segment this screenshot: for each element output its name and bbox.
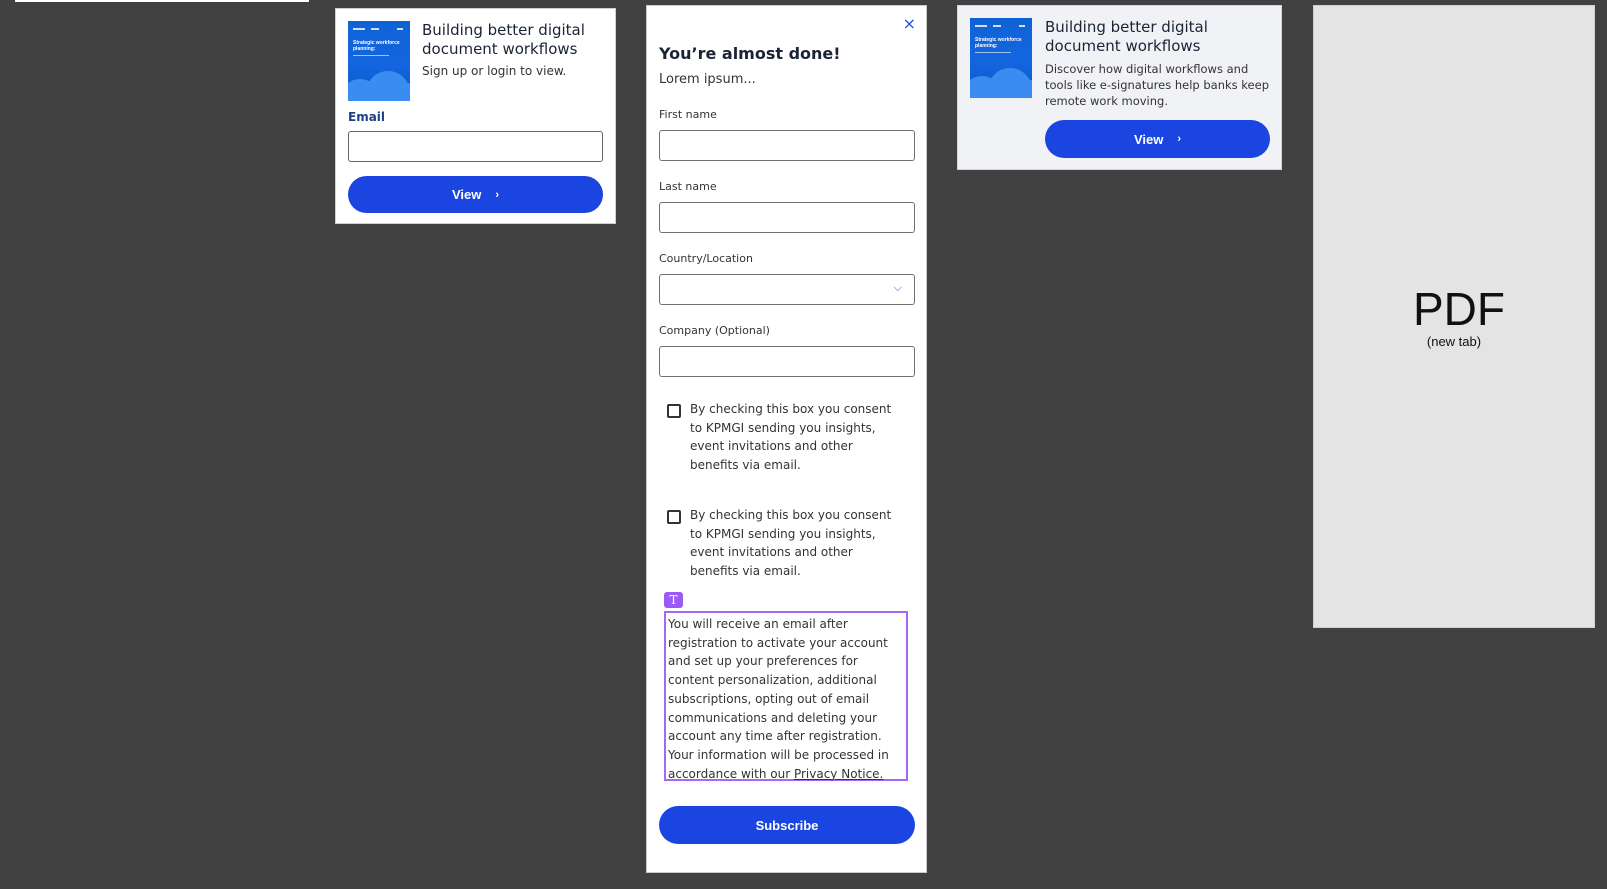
notice-text: You will receive an email after registra… <box>668 617 889 781</box>
chevron-right-icon: › <box>1177 133 1182 145</box>
document-thumbnail: Strategic workforce planning: <box>970 18 1032 98</box>
last-name-label: Last name <box>659 180 717 193</box>
chevron-right-icon: › <box>495 188 500 201</box>
email-label: Email <box>348 110 386 124</box>
first-name-field[interactable] <box>659 130 915 161</box>
registration-notice[interactable]: You will receive an email after registra… <box>664 611 908 781</box>
text-tool-icon[interactable]: T <box>664 592 683 608</box>
thumbnail-title: Strategic workforce planning: <box>975 37 1022 49</box>
pdf-new-tab-placeholder: PDF (new tab) <box>1313 5 1595 628</box>
document-thumbnail: Strategic workforce planning: <box>348 21 410 101</box>
thumbnail-title: Strategic workforce planning: <box>353 40 400 52</box>
view-button[interactable]: View › <box>348 176 603 213</box>
consent-text-2: By checking this box you consent to KPMG… <box>690 508 892 579</box>
first-name-label: First name <box>659 108 717 121</box>
card-description: Discover how digital workflows and tools… <box>1045 62 1269 108</box>
email-field[interactable] <box>348 131 603 162</box>
close-icon[interactable]: × <box>903 14 916 33</box>
subscribe-button-label: Subscribe <box>755 817 819 833</box>
view-button[interactable]: View › <box>1045 120 1270 158</box>
company-label: Company (Optional) <box>659 324 770 337</box>
signup-card: Strategic workforce planning: Building b… <box>335 8 616 224</box>
privacy-notice-link[interactable]: Privacy Notice. <box>794 767 883 781</box>
consent-checkbox-1[interactable] <box>667 404 681 418</box>
consent-text-1: By checking this box you consent to KPMG… <box>690 402 892 473</box>
form-title: You’re almost done! <box>659 44 841 63</box>
last-name-field[interactable] <box>659 202 915 233</box>
view-button-label: View <box>451 187 482 202</box>
form-subtitle: Lorem ipsum... <box>659 72 756 87</box>
view-button-label: View <box>1133 131 1164 147</box>
top-strip <box>15 0 309 2</box>
logged-in-card: Strategic workforce planning: Building b… <box>957 5 1282 170</box>
card-title: Building better digital document workflo… <box>422 21 585 58</box>
consent-checkbox-2[interactable] <box>667 510 681 524</box>
country-select[interactable]: ⌵ <box>659 274 915 305</box>
pdf-label: PDF <box>1413 283 1505 335</box>
registration-form: × You’re almost done! Lorem ipsum... Fir… <box>646 5 927 873</box>
subscribe-button[interactable]: Subscribe <box>659 806 915 844</box>
country-label: Country/Location <box>659 252 753 265</box>
card-title: Building better digital document workflo… <box>1045 18 1208 55</box>
company-field[interactable] <box>659 346 915 377</box>
chevron-down-icon: ⌵ <box>893 281 902 294</box>
card-subtitle: Sign up or login to view. <box>422 64 567 78</box>
pdf-sublabel: (new tab) <box>1426 334 1482 349</box>
